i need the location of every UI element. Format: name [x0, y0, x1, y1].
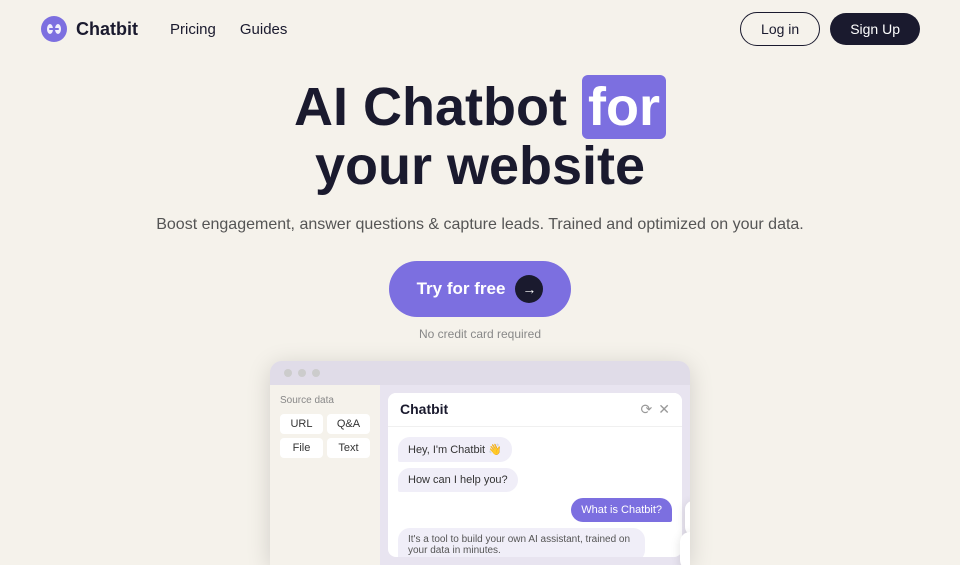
browser-content: Source data URL Q&A File Text Chatbit ⟳ [270, 385, 690, 565]
preview-area: Source data URL Q&A File Text Chatbit ⟳ [0, 361, 960, 565]
no-credit-note: No credit card required [20, 327, 940, 341]
chat-message-4: It's a tool to build your own AI assista… [398, 528, 645, 557]
logo[interactable]: Chatbit [40, 15, 138, 43]
chat-messages: Hey, I'm Chatbit 👋 How can I help you? W… [388, 427, 682, 557]
hero-title-line2: your website [315, 136, 645, 196]
chat-panel: Chatbit ⟳ ✕ Hey, I'm Chatbit 👋 How can I… [388, 393, 682, 557]
source-item-url: URL [280, 414, 323, 434]
arrow-icon: → [515, 275, 543, 303]
navbar: Chatbit Pricing Guides Log in Sign Up [0, 0, 960, 58]
hero-title: AI Chatbot for your website [20, 78, 940, 197]
try-free-button[interactable]: Try for free → [389, 261, 572, 317]
login-button[interactable]: Log in [740, 12, 820, 46]
browser-bar [270, 361, 690, 385]
nav-pricing[interactable]: Pricing [170, 21, 216, 38]
source-panel: Source data URL Q&A File Text [270, 385, 380, 565]
source-item-text: Text [327, 438, 370, 458]
preview-wrapper: Source data URL Q&A File Text Chatbit ⟳ [270, 361, 690, 565]
nav-right: Log in Sign Up [740, 12, 920, 46]
logo-icon [40, 15, 68, 43]
chat-bubble-float: 👋Hey, ask me anything about Chatbit! By … [680, 532, 690, 565]
close-icon[interactable]: ✕ [658, 401, 670, 418]
chat-message-2: How can I help you? [398, 468, 518, 492]
signup-button[interactable]: Sign Up [830, 13, 920, 45]
theme-toggle-panel: Dark Light [685, 501, 690, 535]
logo-text: Chatbit [76, 19, 138, 40]
browser-dot-3 [312, 369, 320, 377]
refresh-icon[interactable]: ⟳ [641, 401, 653, 418]
chat-message-1: Hey, I'm Chatbit 👋 [398, 437, 512, 462]
nav-left: Chatbit Pricing Guides [40, 15, 287, 43]
chat-title: Chatbit [400, 401, 448, 417]
source-grid: URL Q&A File Text [280, 414, 370, 458]
hero-section: AI Chatbot for your website Boost engage… [0, 58, 960, 341]
chat-header: Chatbit ⟳ ✕ [388, 393, 682, 427]
nav-links: Pricing Guides [170, 21, 287, 38]
browser-dot-1 [284, 369, 292, 377]
chat-icons: ⟳ ✕ [641, 401, 670, 418]
nav-guides[interactable]: Guides [240, 21, 288, 38]
browser-window: Source data URL Q&A File Text Chatbit ⟳ [270, 361, 690, 565]
hero-subtitle: Boost engagement, answer questions & cap… [20, 213, 940, 237]
browser-dot-2 [298, 369, 306, 377]
source-item-qa: Q&A [327, 414, 370, 434]
chat-message-3: What is Chatbit? [571, 498, 672, 522]
source-label: Source data [280, 395, 370, 406]
source-item-file: File [280, 438, 323, 458]
hero-title-plain: AI Chatbot [294, 77, 582, 137]
hero-title-highlight: for [582, 75, 666, 139]
try-free-label: Try for free [417, 279, 506, 299]
